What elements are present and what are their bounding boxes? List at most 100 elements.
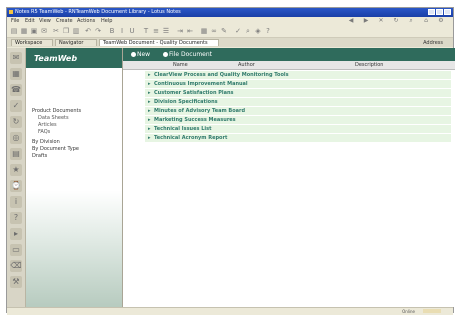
list-item[interactable]: ▸ Technical Issues List (145, 125, 451, 134)
help-icon[interactable]: ? (264, 27, 272, 35)
font-icon[interactable]: T (142, 27, 150, 35)
maximize-button[interactable] (436, 9, 443, 15)
nav-item-by-document-type[interactable]: By Document Type (32, 146, 79, 152)
redo-icon[interactable]: ↷ (94, 27, 102, 35)
nav-item-articles[interactable]: Articles (38, 122, 57, 128)
status-indicator[interactable] (423, 309, 441, 313)
save-icon[interactable]: ▦ (20, 27, 28, 35)
more-bookmark-icon[interactable]: ▸ (10, 228, 22, 240)
list-item-label: Technical Issues List (154, 126, 212, 132)
undo-icon[interactable]: ↶ (84, 27, 92, 35)
list-item[interactable]: ▸ Continuous Improvement Manual (145, 80, 451, 89)
twistie-icon[interactable]: ▸ (148, 108, 151, 114)
new-button-label: New (137, 51, 151, 58)
tools-bookmark-icon[interactable]: ⚒ (10, 276, 22, 288)
twistie-icon[interactable]: ▸ (148, 135, 151, 141)
find-icon[interactable]: ⌕ (244, 27, 252, 35)
list-item-label: Technical Acronym Report (154, 135, 228, 141)
address-label: Address (423, 40, 443, 46)
navigator-title: TeamWeb (34, 54, 78, 63)
list-item[interactable]: ▸ Marketing Success Measures (145, 116, 451, 125)
new-icon (131, 52, 136, 57)
mail-icon[interactable]: ✉ (40, 27, 48, 35)
list-item[interactable]: ▸ Division Specifications (145, 98, 451, 107)
replicator-bookmark-icon[interactable]: ↻ (10, 116, 22, 128)
forward-icon[interactable]: ▶ (362, 18, 370, 24)
menu-view[interactable]: View (39, 18, 51, 24)
settings-icon[interactable]: ⚙ (437, 18, 445, 24)
underline-icon[interactable]: U (128, 27, 136, 35)
paste-icon[interactable]: ▥ (72, 27, 80, 35)
tab-workspace[interactable]: Workspace (11, 39, 53, 46)
menu-actions[interactable]: Actions (77, 18, 95, 24)
spell-icon[interactable]: ✓ (234, 27, 242, 35)
history-bookmark-icon[interactable]: ⌚ (10, 180, 22, 192)
menu-edit[interactable]: Edit (25, 18, 35, 24)
list-item[interactable]: ▸ Technical Acronym Report (145, 134, 451, 143)
trash-bookmark-icon[interactable]: ⌫ (10, 260, 22, 272)
column-name[interactable]: Name (173, 62, 188, 68)
nav-item-product-documents[interactable]: Product Documents (32, 108, 81, 114)
file-document-button[interactable]: File Document (163, 51, 212, 58)
nav-item-by-division[interactable]: By Division (32, 139, 60, 145)
web-bookmark-icon[interactable]: ◎ (10, 132, 22, 144)
list-item-label: Marketing Success Measures (154, 117, 236, 123)
list-item[interactable]: ▸ ClearView Process and Quality Monitori… (145, 71, 451, 80)
new-button[interactable]: New (131, 51, 150, 58)
refresh-icon[interactable]: ↻ (392, 18, 400, 24)
list-icon[interactable]: ☰ (162, 27, 170, 35)
twistie-icon[interactable]: ▸ (148, 126, 151, 132)
copy-icon[interactable]: ❐ (62, 27, 70, 35)
print-icon[interactable]: ▣ (30, 27, 38, 35)
tab-navigator[interactable]: Navigator (55, 39, 97, 46)
column-author[interactable]: Author (238, 62, 255, 68)
table-icon[interactable]: ▦ (200, 27, 208, 35)
attach-icon[interactable]: ✎ (220, 27, 228, 35)
action-bar: New File Document (123, 48, 455, 61)
link-icon[interactable]: ∞ (210, 27, 218, 35)
folder-bookmark-icon[interactable]: ▭ (10, 244, 22, 256)
back-icon[interactable]: ◀ (347, 18, 355, 24)
italic-icon[interactable]: I (118, 27, 126, 35)
open-icon[interactable]: ▤ (10, 27, 18, 35)
column-description[interactable]: Description (355, 62, 383, 68)
menu-file[interactable]: File (11, 18, 19, 24)
document-view: New File Document Name Author Descriptio… (123, 48, 455, 307)
tab-teamweb-documents[interactable]: TeamWeb Document - Quality Documents (99, 39, 219, 46)
search-icon[interactable]: ⌕ (407, 18, 415, 24)
cut-icon[interactable]: ✂ (52, 27, 60, 35)
status-bar: Online (7, 307, 453, 315)
menu-create[interactable]: Create (56, 18, 73, 24)
favorites-bookmark-icon[interactable]: ★ (10, 164, 22, 176)
databases-bookmark-icon[interactable]: ▤ (10, 148, 22, 160)
calendar-bookmark-icon[interactable]: ▦ (10, 68, 22, 80)
home-icon[interactable]: ⌂ (422, 18, 430, 24)
minimize-button[interactable] (428, 9, 435, 15)
address-book-icon[interactable]: ☎ (10, 84, 22, 96)
nav-item-data-sheets[interactable]: Data Sheets (38, 115, 69, 121)
list-item[interactable]: ▸ Customer Satisfaction Plans (145, 89, 451, 98)
close-button[interactable] (444, 9, 451, 15)
twistie-icon[interactable]: ▸ (148, 81, 151, 87)
help-bookmark-icon[interactable]: ? (10, 212, 22, 224)
indent-icon[interactable]: ⇥ (176, 27, 184, 35)
info-bookmark-icon[interactable]: i (10, 196, 22, 208)
mail-bookmark-icon[interactable]: ✉ (10, 52, 22, 64)
outdent-icon[interactable]: ⇤ (186, 27, 194, 35)
align-icon[interactable]: ≡ (152, 27, 160, 35)
app-icon (9, 10, 13, 14)
list-item[interactable]: ▸ Minutes of Advisory Team Board (145, 107, 451, 116)
twistie-icon[interactable]: ▸ (148, 117, 151, 123)
nav-item-faqs[interactable]: FAQs (38, 129, 50, 135)
twistie-icon[interactable]: ▸ (148, 90, 151, 96)
properties-icon[interactable]: ◈ (254, 27, 262, 35)
twistie-icon[interactable]: ▸ (148, 99, 151, 105)
status-text[interactable]: Online (402, 309, 415, 314)
bold-icon[interactable]: B (108, 27, 116, 35)
menu-help[interactable]: Help (101, 18, 112, 24)
todo-bookmark-icon[interactable]: ✓ (10, 100, 22, 112)
twistie-icon[interactable]: ▸ (148, 72, 151, 78)
column-header: Name Author Description (123, 61, 455, 70)
stop-icon[interactable]: ✕ (377, 18, 385, 24)
nav-item-drafts[interactable]: Drafts (32, 153, 47, 159)
